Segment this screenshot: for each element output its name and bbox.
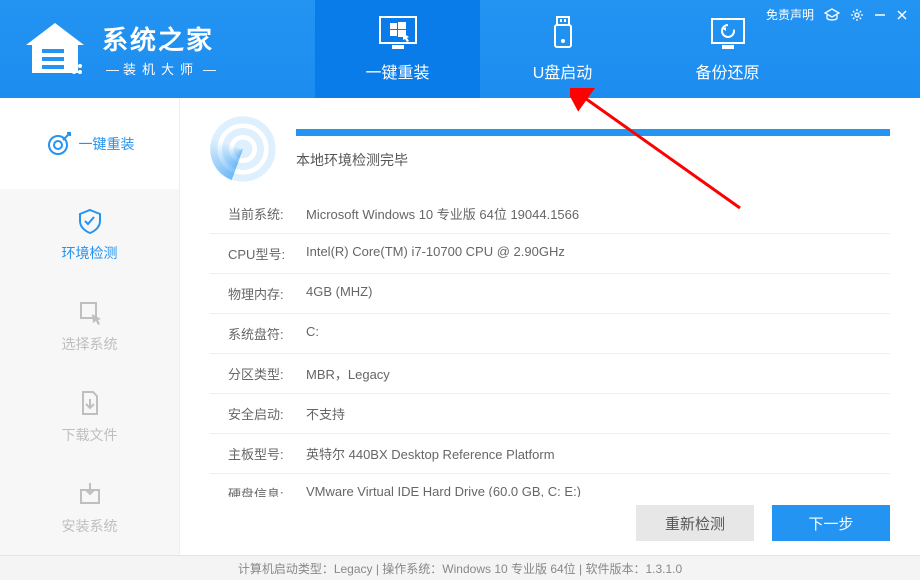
sidebar-item-env-check[interactable]: 环境检测 <box>0 189 179 280</box>
disclaimer-link[interactable]: 免责声明 <box>766 6 814 23</box>
info-row: 当前系统:Microsoft Windows 10 专业版 64位 19044.… <box>210 194 890 234</box>
sidebar-label: 选择系统 <box>62 334 118 354</box>
info-label: 系统盘符: <box>228 324 306 343</box>
windows-screen-icon <box>378 15 418 51</box>
select-box-icon <box>76 298 104 326</box>
info-value: Microsoft Windows 10 专业版 64位 19044.1566 <box>306 204 579 223</box>
info-row: 安全启动:不支持 <box>210 394 890 434</box>
sidebar-item-reinstall[interactable]: 一键重装 <box>0 98 179 189</box>
info-row: 分区类型:MBR，Legacy <box>210 354 890 394</box>
sidebar-label: 安装系统 <box>62 516 118 536</box>
tab-label: U盘启动 <box>533 59 593 83</box>
info-label: 硬盘信息: <box>228 484 306 497</box>
info-row: CPU型号:Intel(R) Core(TM) i7-10700 CPU @ 2… <box>210 234 890 274</box>
info-label: 物理内存: <box>228 284 306 303</box>
main-panel: 本地环境检测完毕 当前系统:Microsoft Windows 10 专业版 6… <box>180 98 920 555</box>
tab-usb-boot[interactable]: U盘启动 <box>480 0 645 98</box>
install-box-icon <box>76 480 104 508</box>
sidebar-label: 环境检测 <box>62 243 118 263</box>
sidebar: 一键重装 环境检测 选择系统 下载文件 安装系统 <box>0 98 180 555</box>
info-label: 当前系统: <box>228 204 306 223</box>
usb-drive-icon <box>543 15 583 51</box>
info-value: 英特尔 440BX Desktop Reference Platform <box>306 444 555 463</box>
scan-row: 本地环境检测完毕 <box>210 116 890 182</box>
rescan-button[interactable]: 重新检测 <box>636 505 754 541</box>
info-value: MBR，Legacy <box>306 364 390 383</box>
info-list: 当前系统:Microsoft Windows 10 专业版 64位 19044.… <box>210 194 890 497</box>
info-value: 4GB (MHZ) <box>306 284 372 303</box>
sidebar-item-download[interactable]: 下载文件 <box>0 371 179 462</box>
header-controls: 免责声明 <box>766 6 908 23</box>
info-value: Intel(R) Core(TM) i7-10700 CPU @ 2.90GHz <box>306 244 565 263</box>
info-value: C: <box>306 324 319 343</box>
logo-title: 系统之家 <box>102 20 220 57</box>
minimize-button[interactable] <box>874 9 886 21</box>
logo-subtitle: 装机大师 <box>102 59 220 78</box>
info-row: 硬盘信息:VMware Virtual IDE Hard Drive (60.0… <box>210 474 890 497</box>
sidebar-item-install[interactable]: 安装系统 <box>0 462 179 553</box>
close-button[interactable] <box>896 9 908 21</box>
info-row: 主板型号:英特尔 440BX Desktop Reference Platfor… <box>210 434 890 474</box>
backup-screen-icon <box>708 15 748 51</box>
sidebar-label: 下载文件 <box>62 425 118 445</box>
info-row: 系统盘符:C: <box>210 314 890 354</box>
header: 系统之家 装机大师 一键重装 U盘启动 备份还原 免责声明 <box>0 0 920 98</box>
progress-status: 本地环境检测完毕 <box>296 150 890 170</box>
info-row: 物理内存:4GB (MHZ) <box>210 274 890 314</box>
shield-check-icon <box>76 207 104 235</box>
footer-text: 计算机启动类型：Legacy | 操作系统：Windows 10 专业版 64位… <box>238 560 682 577</box>
sidebar-label: 一键重装 <box>79 134 135 154</box>
tab-reinstall[interactable]: 一键重装 <box>315 0 480 98</box>
tab-label: 一键重装 <box>365 59 429 83</box>
info-label: 主板型号: <box>228 444 306 463</box>
gear-icon[interactable] <box>850 8 864 22</box>
sidebar-item-select-system[interactable]: 选择系统 <box>0 280 179 371</box>
house-logo-icon <box>20 19 90 79</box>
next-button[interactable]: 下一步 <box>772 505 890 541</box>
info-label: 分区类型: <box>228 364 306 383</box>
logo-area: 系统之家 装机大师 <box>0 0 315 98</box>
target-arrow-icon <box>45 130 73 158</box>
info-value: VMware Virtual IDE Hard Drive (60.0 GB, … <box>306 484 581 497</box>
progress-bar <box>296 129 890 136</box>
button-row: 重新检测 下一步 <box>210 497 890 555</box>
info-label: 安全启动: <box>228 404 306 423</box>
graduation-icon[interactable] <box>824 8 840 22</box>
radar-icon <box>210 116 276 182</box>
footer: 计算机启动类型：Legacy | 操作系统：Windows 10 专业版 64位… <box>0 555 920 580</box>
tab-label: 备份还原 <box>695 59 759 83</box>
body: 一键重装 环境检测 选择系统 下载文件 安装系统 本地环境检测完毕 当前 <box>0 98 920 555</box>
info-label: CPU型号: <box>228 244 306 263</box>
download-file-icon <box>76 389 104 417</box>
info-value: 不支持 <box>306 404 345 423</box>
